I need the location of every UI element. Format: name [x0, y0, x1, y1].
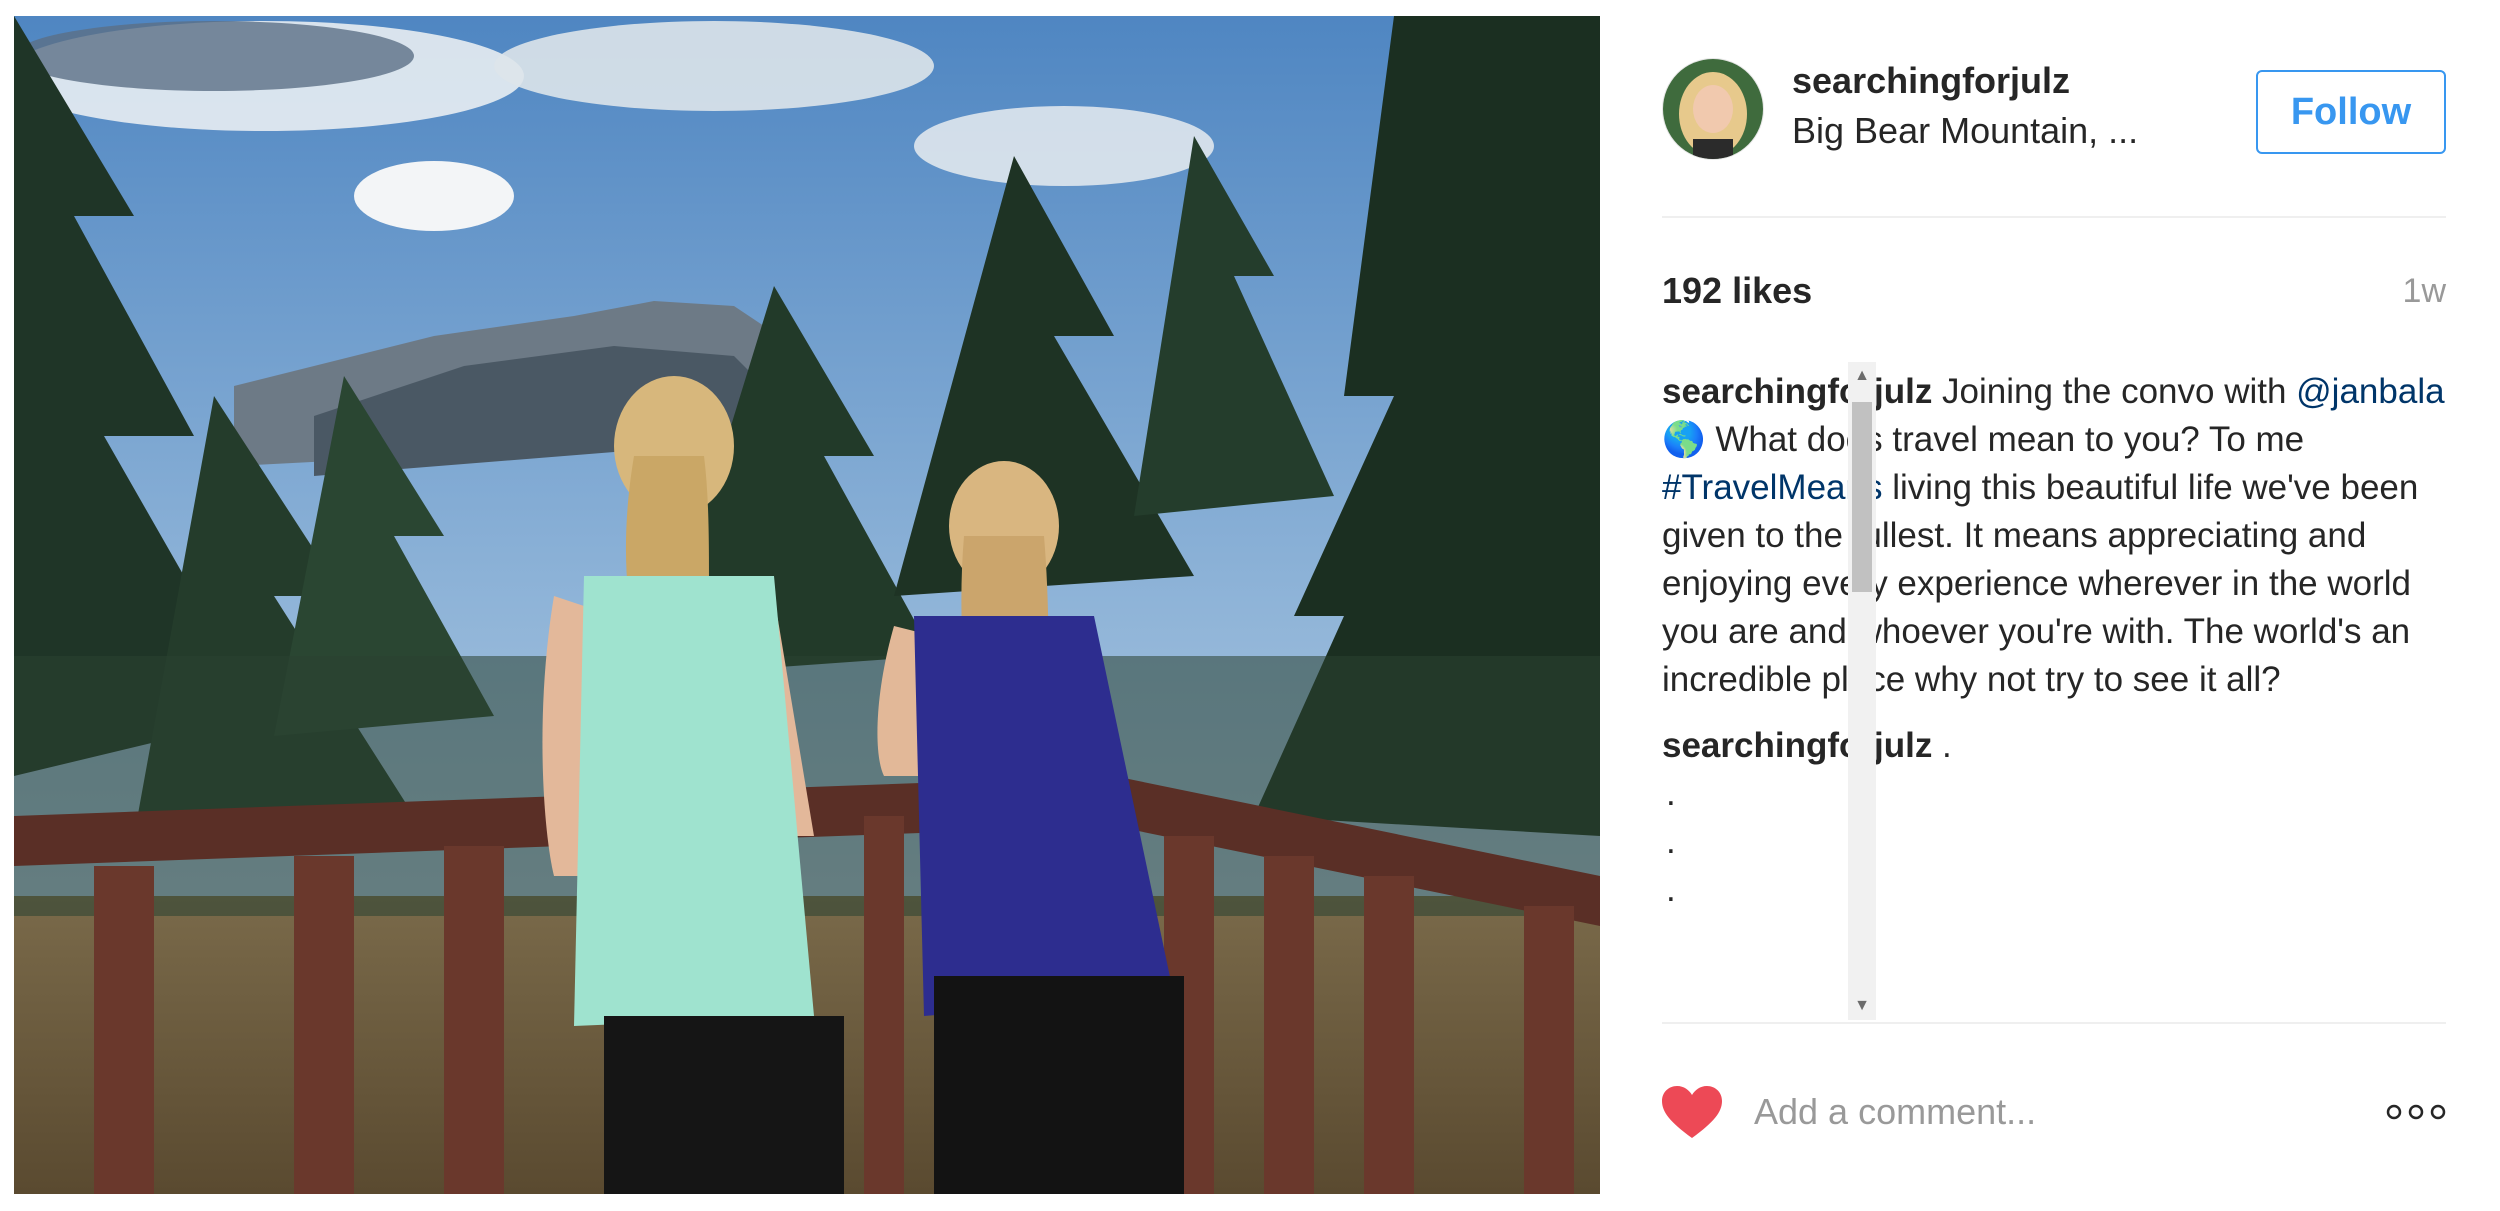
footer-divider: [1662, 1022, 2446, 1024]
post-username[interactable]: searchingforjulz: [1792, 60, 2070, 102]
header-divider: [1662, 216, 2446, 218]
comment-username[interactable]: searchingforjulz: [1662, 726, 1932, 765]
post-location[interactable]: Big Bear Mountain, ...: [1792, 110, 2138, 152]
comment-text: .: [1932, 726, 1952, 765]
comments-scrollbar[interactable]: ▲ ▼: [1848, 362, 1876, 1020]
caption-username[interactable]: searchingforjulz: [1662, 372, 1932, 411]
globe-icon: 🌎: [1662, 420, 1706, 459]
comment-dot-line: .: [1666, 870, 1676, 909]
caption-text-part: Joining the convo with: [1932, 372, 2297, 411]
comment-dot-line: .: [1666, 774, 1676, 813]
follow-button[interactable]: Follow: [2256, 70, 2446, 154]
photo-scene: [14, 16, 1600, 1194]
avatar-image: [1663, 59, 1763, 159]
heart-icon[interactable]: [1662, 1086, 1722, 1140]
scrollbar-thumb[interactable]: [1852, 402, 1872, 592]
post-header: searchingforjulz Big Bear Mountain, ... …: [1662, 54, 2446, 164]
post-photo[interactable]: [14, 16, 1600, 1194]
mention-link[interactable]: @janbala: [2296, 372, 2444, 411]
scroll-up-arrow-icon[interactable]: ▲: [1848, 362, 1876, 390]
list-item: searchingforjulz .: [1662, 722, 2452, 770]
caption: searchingforjulz Joining the convo with …: [1662, 368, 2452, 704]
comment-dot-line: .: [1666, 822, 1676, 861]
scroll-down-arrow-icon[interactable]: ▼: [1848, 992, 1876, 1020]
comment-input[interactable]: [1754, 1084, 2314, 1140]
comments-list: searchingforjulz Joining the convo with …: [1662, 368, 2452, 1022]
caption-text-part: What does travel mean to you? To me: [1705, 420, 2305, 459]
more-options-icon[interactable]: [2386, 1104, 2446, 1120]
post-timestamp[interactable]: 1w: [2403, 272, 2446, 311]
comment-footer: [1662, 1078, 2446, 1148]
avatar[interactable]: [1662, 58, 1764, 160]
likes-count[interactable]: 192 likes: [1662, 270, 1812, 312]
